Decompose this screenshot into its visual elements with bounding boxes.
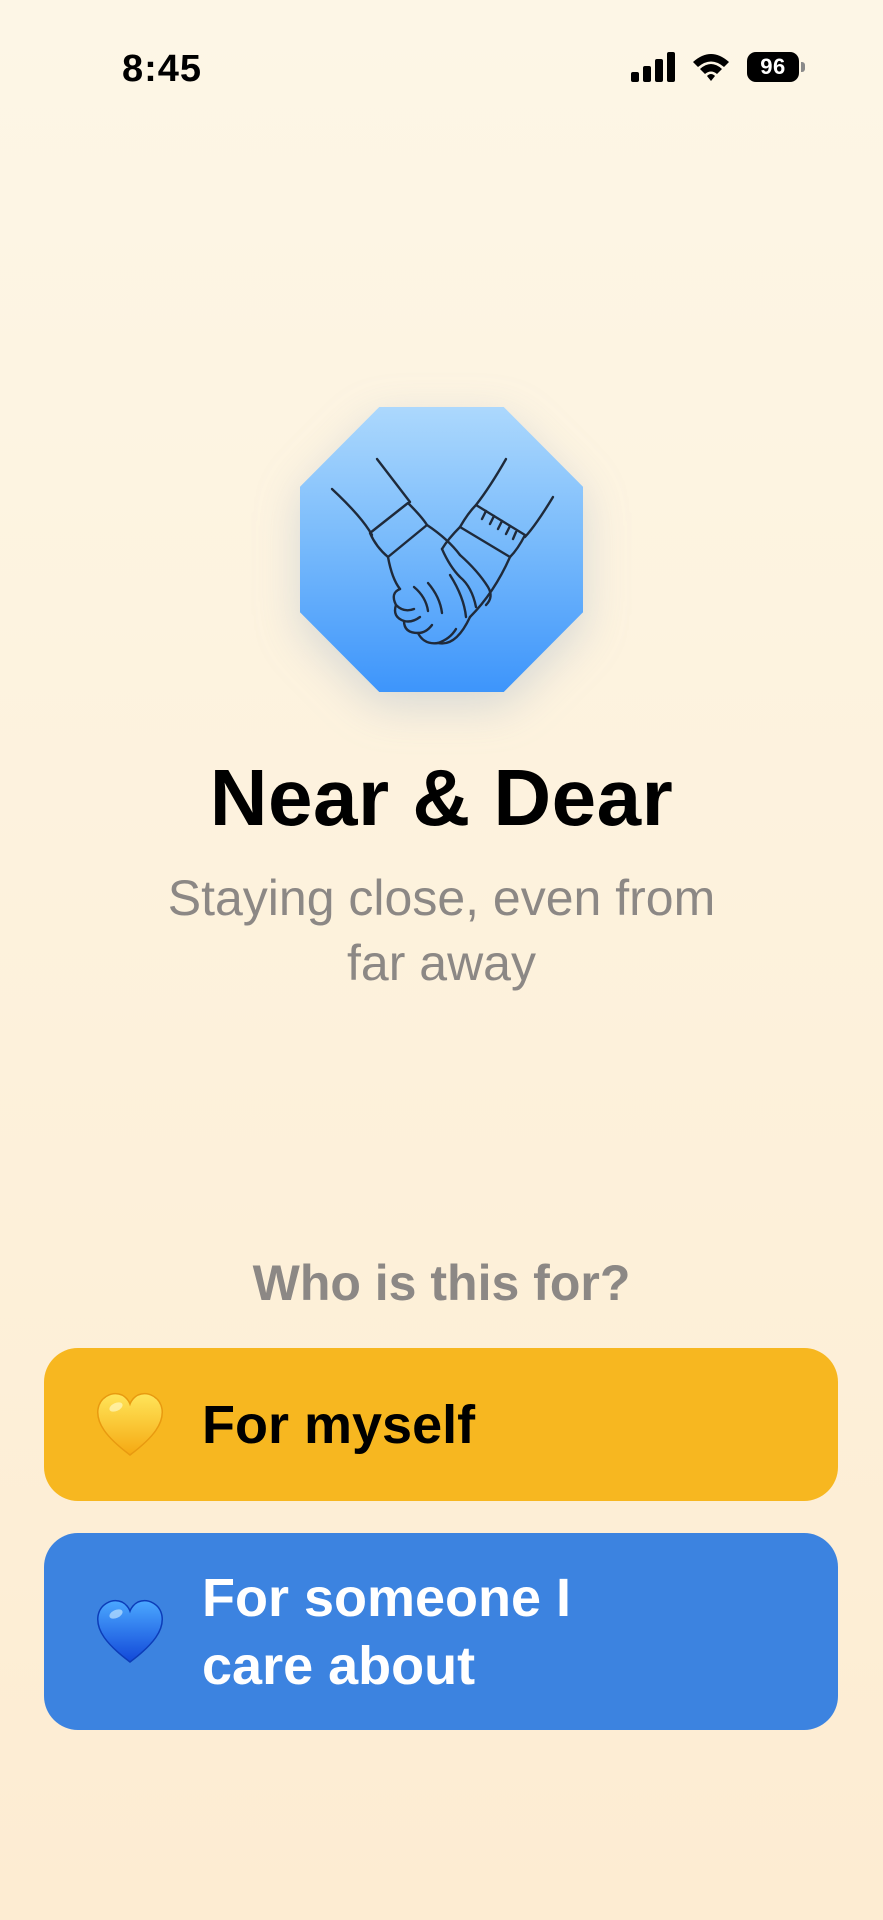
for-someone-button[interactable]: For someone I care about xyxy=(44,1533,838,1730)
battery-cap xyxy=(801,62,805,72)
for-myself-label: For myself xyxy=(202,1394,476,1455)
app-subtitle: Staying close, even from far away xyxy=(167,870,716,991)
wifi-icon xyxy=(693,54,729,81)
yellow-heart-icon xyxy=(97,1392,163,1456)
battery-icon: 96 xyxy=(747,52,805,82)
app-logo xyxy=(300,407,583,692)
holding-hands-icon xyxy=(330,457,555,645)
status-bar: 8:45 96 xyxy=(0,0,883,140)
cellular-signal-icon xyxy=(631,52,675,82)
blue-heart-icon xyxy=(97,1599,163,1663)
status-icons: 96 xyxy=(631,52,805,82)
for-myself-button[interactable]: For myself xyxy=(44,1348,838,1501)
for-someone-label: For someone I care about xyxy=(202,1567,572,1696)
status-time: 8:45 xyxy=(122,48,203,90)
battery-level: 96 xyxy=(747,52,799,82)
audience-question: Who is this for? xyxy=(252,1255,631,1311)
app-title: Near & Dear xyxy=(209,753,674,842)
